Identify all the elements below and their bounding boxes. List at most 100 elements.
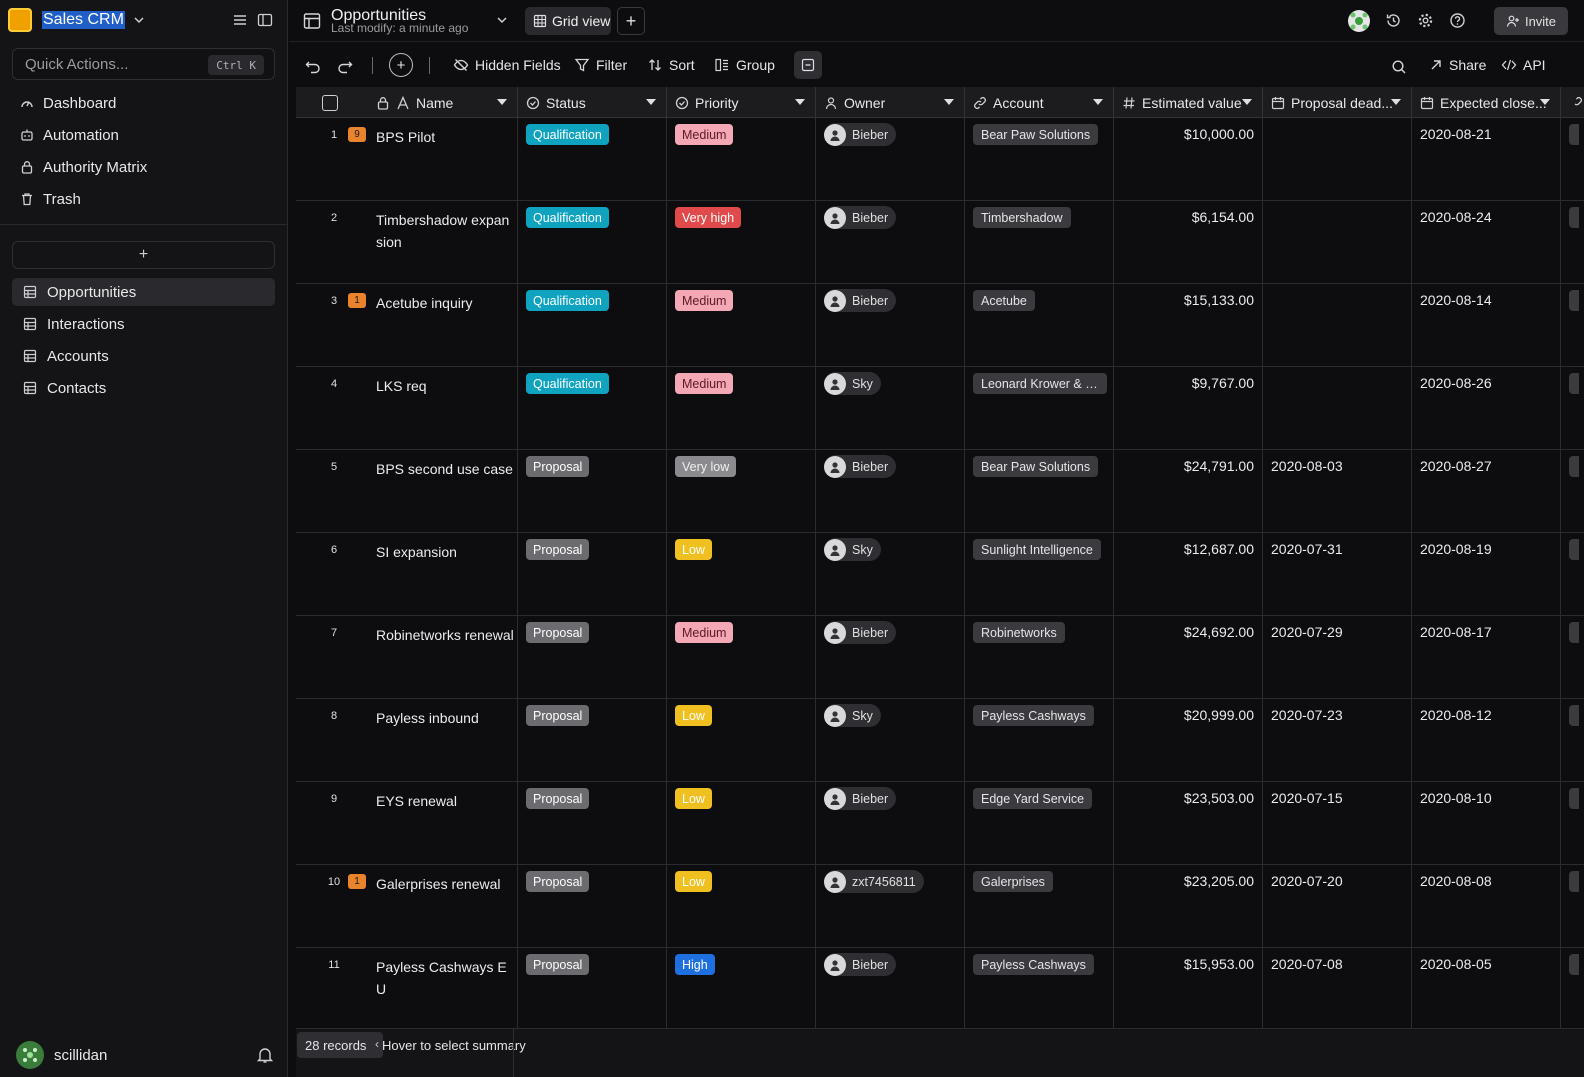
cell-name[interactable]: 8 Payless inbound	[296, 699, 518, 782]
cell-expected-close[interactable]: 2020-08-21	[1412, 118, 1561, 201]
cell-status[interactable]: Proposal	[518, 533, 667, 616]
cell-priority[interactable]: Low	[667, 865, 816, 948]
sidebar-toggle-icon[interactable]	[257, 12, 273, 28]
node-item-accounts[interactable]: Accounts	[12, 342, 275, 370]
comment-count-badge[interactable]: 1	[348, 293, 366, 308]
cell-proposal-deadline[interactable]	[1263, 201, 1412, 284]
chevron-down-icon[interactable]	[496, 14, 508, 26]
cell-status[interactable]: Qualification	[518, 201, 667, 284]
collapse-rows-button[interactable]	[794, 51, 822, 79]
cell-proposal-deadline[interactable]: 2020-07-23	[1263, 699, 1412, 782]
column-header-name[interactable]: Name	[296, 87, 518, 118]
cell-proposal-deadline[interactable]: 2020-07-20	[1263, 865, 1412, 948]
cell-partial[interactable]	[1561, 948, 1584, 1028]
cell-status[interactable]: Proposal	[518, 782, 667, 865]
cell-owner[interactable]: Sky	[816, 367, 965, 450]
account-link-chip[interactable]: Edge Yard Service	[973, 788, 1093, 809]
cell-status[interactable]: Proposal	[518, 865, 667, 948]
api-button[interactable]: API	[1501, 55, 1546, 75]
quick-actions-input[interactable]: Quick Actions... Ctrl K	[12, 48, 275, 80]
table-row[interactable]: 8 Payless inbound Proposal Low Sky Payless Ca…	[296, 699, 1584, 782]
account-link-chip[interactable]: Bear Paw Solutions	[973, 124, 1099, 145]
caret-down-icon[interactable]	[1540, 99, 1550, 105]
node-item-contacts[interactable]: Contacts	[12, 374, 275, 402]
cell-estimated-value[interactable]: $15,133.00	[1114, 284, 1263, 367]
cell-owner[interactable]: Bieber	[816, 948, 965, 1028]
table-row[interactable]: 7 Robinetworks renewal Proposal Medium Biebe…	[296, 616, 1584, 699]
column-header-proposal-deadline[interactable]: Proposal dead...	[1263, 87, 1412, 118]
table-row[interactable]: 2 Timbershadow expansion Qualification Very…	[296, 201, 1584, 284]
cell-estimated-value[interactable]: $23,205.00	[1114, 865, 1263, 948]
cell-partial[interactable]	[1561, 616, 1584, 699]
cell-name[interactable]: 9 EYS renewal	[296, 782, 518, 865]
bell-icon[interactable]	[256, 1046, 274, 1064]
cell-owner[interactable]: Sky	[816, 533, 965, 616]
nav-authority-matrix[interactable]: Authority Matrix	[20, 155, 147, 179]
invite-button[interactable]: Invite	[1494, 7, 1568, 35]
cell-estimated-value[interactable]: $6,154.00	[1114, 201, 1263, 284]
caret-down-icon[interactable]	[795, 99, 805, 105]
cell-priority[interactable]: Low	[667, 782, 816, 865]
cell-estimated-value[interactable]: $20,999.00	[1114, 699, 1263, 782]
cell-account[interactable]: Robinetworks	[965, 616, 1114, 699]
help-icon[interactable]	[1449, 12, 1466, 29]
cell-owner[interactable]: Bieber	[816, 201, 965, 284]
nav-trash[interactable]: Trash	[20, 187, 81, 211]
cell-priority[interactable]: Medium	[667, 367, 816, 450]
cell-owner[interactable]: Sky	[816, 699, 965, 782]
account-link-chip[interactable]: Leonard Krower & So...	[973, 373, 1107, 394]
cell-status[interactable]: Qualification	[518, 367, 667, 450]
node-item-interactions[interactable]: Interactions	[12, 310, 275, 338]
cell-priority[interactable]: Low	[667, 533, 816, 616]
history-icon[interactable]	[1385, 12, 1402, 29]
cell-expected-close[interactable]: 2020-08-24	[1412, 201, 1561, 284]
cell-proposal-deadline[interactable]: 2020-07-08	[1263, 948, 1412, 1028]
cell-estimated-value[interactable]: $24,791.00	[1114, 450, 1263, 533]
cell-account[interactable]: Sunlight Intelligence	[965, 533, 1114, 616]
cell-partial[interactable]	[1561, 284, 1584, 367]
cell-owner[interactable]: Bieber	[816, 118, 965, 201]
caret-down-icon[interactable]	[1391, 99, 1401, 105]
cell-proposal-deadline[interactable]: 2020-07-29	[1263, 616, 1412, 699]
table-row[interactable]: 11 Payless Cashways EU Proposal High Bieber P…	[296, 948, 1584, 1028]
node-item-opportunities[interactable]: Opportunities	[12, 278, 275, 306]
column-header-estimated-value[interactable]: Estimated value	[1114, 87, 1263, 118]
cell-proposal-deadline[interactable]: 2020-08-03	[1263, 450, 1412, 533]
caret-down-icon[interactable]	[497, 99, 507, 105]
cell-proposal-deadline[interactable]	[1263, 367, 1412, 450]
undo-icon[interactable]	[305, 57, 321, 77]
cell-name[interactable]: 10 1 Galerprises renewal	[296, 865, 518, 948]
cell-expected-close[interactable]: 2020-08-08	[1412, 865, 1561, 948]
cell-partial[interactable]	[1561, 533, 1584, 616]
cell-priority[interactable]: Medium	[667, 118, 816, 201]
cell-proposal-deadline[interactable]	[1263, 284, 1412, 367]
redo-icon[interactable]	[337, 57, 353, 77]
column-header-partial[interactable]	[1561, 87, 1584, 118]
cell-partial[interactable]	[1561, 367, 1584, 450]
cell-account[interactable]: Leonard Krower & So...	[965, 367, 1114, 450]
account-link-chip[interactable]: Bear Paw Solutions	[973, 456, 1099, 477]
menu-icon[interactable]	[232, 12, 248, 28]
account-link-chip[interactable]: Acetube	[973, 290, 1035, 311]
table-row[interactable]: 9 EYS renewal Proposal Low Bieber Edge Yard S…	[296, 782, 1584, 865]
avatar[interactable]	[16, 1041, 44, 1069]
cell-partial[interactable]	[1561, 865, 1584, 948]
cell-priority[interactable]: High	[667, 948, 816, 1028]
cell-estimated-value[interactable]: $9,767.00	[1114, 367, 1263, 450]
cell-expected-close[interactable]: 2020-08-05	[1412, 948, 1561, 1028]
caret-down-icon[interactable]	[646, 99, 656, 105]
comment-count-badge[interactable]: 1	[348, 874, 366, 889]
account-link-chip[interactable]: Timbershadow	[973, 207, 1071, 228]
caret-down-icon[interactable]	[1093, 99, 1103, 105]
add-view-button[interactable]: +	[617, 7, 645, 35]
cell-estimated-value[interactable]: $10,000.00	[1114, 118, 1263, 201]
cell-account[interactable]: Bear Paw Solutions	[965, 118, 1114, 201]
cell-account[interactable]: Edge Yard Service	[965, 782, 1114, 865]
cell-name[interactable]: 3 1 Acetube inquiry	[296, 284, 518, 367]
cell-estimated-value[interactable]: $23,503.00	[1114, 782, 1263, 865]
cell-name[interactable]: 2 Timbershadow expansion	[296, 201, 518, 284]
caret-down-icon[interactable]	[1242, 99, 1252, 105]
cell-owner[interactable]: Bieber	[816, 616, 965, 699]
cell-status[interactable]: Proposal	[518, 450, 667, 533]
cell-account[interactable]: Acetube	[965, 284, 1114, 367]
